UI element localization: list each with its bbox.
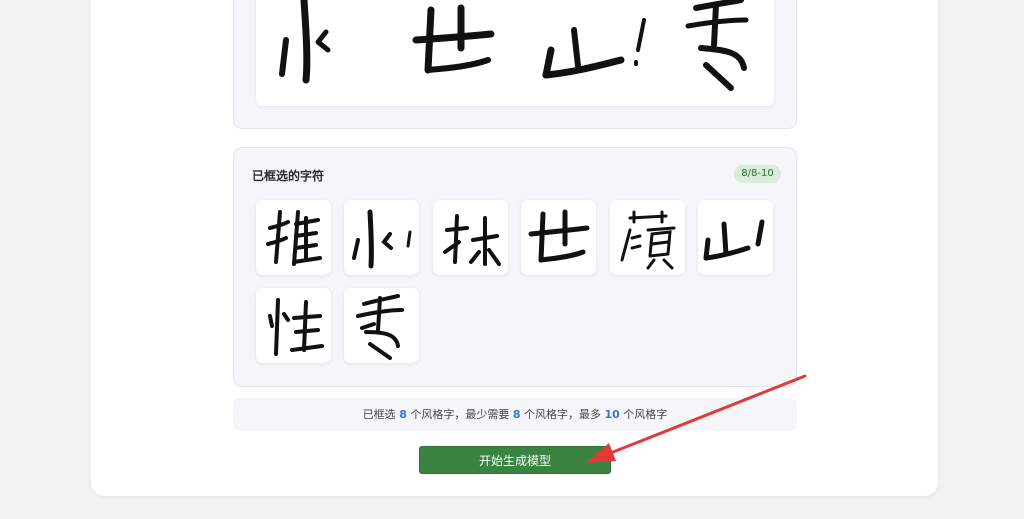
- char-tile-shi[interactable]: [521, 200, 596, 275]
- info-mid-2: 个风格字，最多: [520, 408, 605, 421]
- min-count: 8: [512, 408, 521, 421]
- calligraphy-preview-image[interactable]: [256, 0, 774, 106]
- max-count: 10: [604, 408, 620, 421]
- start-generate-model-button[interactable]: 开始生成模型: [419, 446, 611, 474]
- panel-title: 已框选的字符: [252, 169, 325, 183]
- info-mid-1: 个风格字，最少需要: [406, 408, 513, 421]
- char-tile-ya[interactable]: [256, 200, 331, 275]
- char-tile-xiao[interactable]: [344, 200, 419, 275]
- selection-count-badge: 8/8-10: [734, 165, 781, 183]
- info-suffix: 个风格字: [619, 408, 668, 421]
- selection-info-bar: 已框选 8 个风格字，最少需要 8 个风格字，最多 10 个风格字: [233, 398, 797, 431]
- selected-count: 8: [399, 408, 407, 421]
- char-tile-xing[interactable]: [256, 288, 331, 363]
- char-tile-lin[interactable]: [433, 200, 508, 275]
- char-tile-ling[interactable]: [610, 200, 685, 275]
- info-prefix: 已框选: [362, 408, 400, 421]
- char-tile-shan[interactable]: [698, 200, 773, 275]
- char-tile-xiu[interactable]: [344, 288, 419, 363]
